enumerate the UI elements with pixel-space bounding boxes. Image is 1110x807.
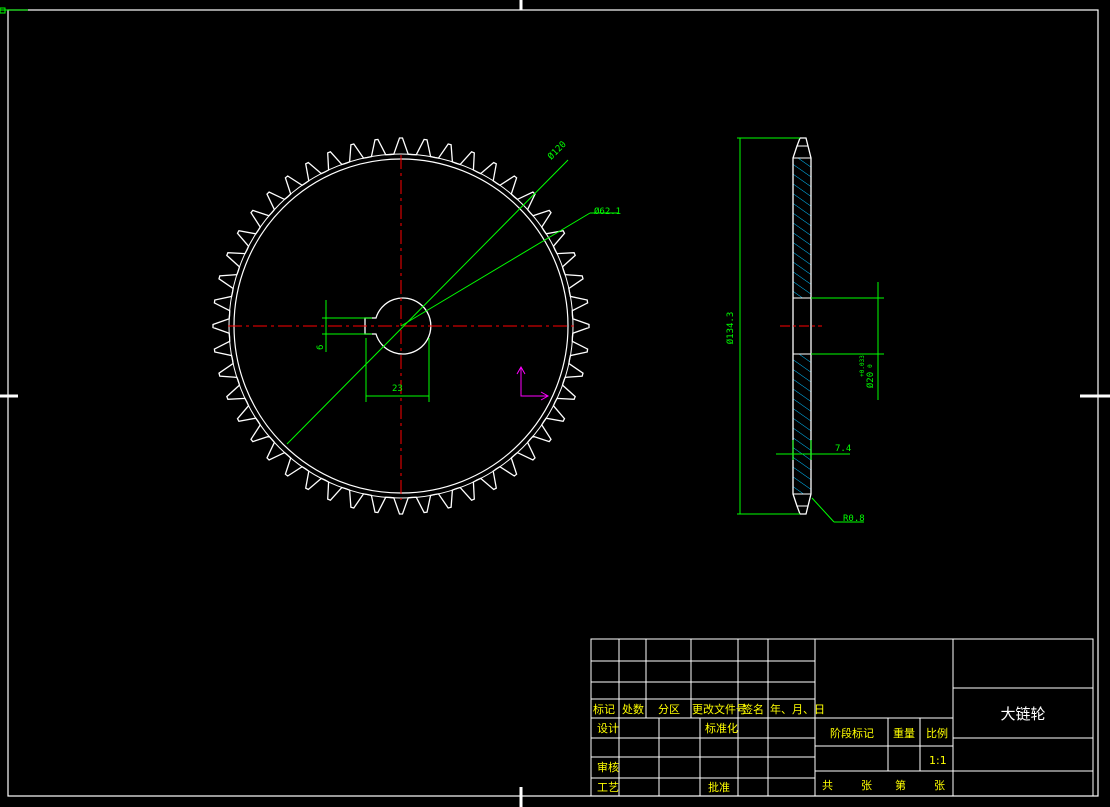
drawing-title: 大链轮 [1000, 705, 1045, 723]
sheets-page-label: 第 [895, 778, 906, 792]
sheets-unit1-label: 张 [861, 779, 872, 792]
lower-hatch [793, 354, 811, 494]
cad-drawing: Ø120 Ø62.1 6 23 Ø134.3 Ø20 +0.033 0 7.4 … [0, 0, 1110, 807]
row-standard: 标准化 [705, 721, 738, 735]
dim-thickness-label: 7.4 [835, 444, 851, 454]
upper-hatch [793, 158, 811, 298]
sheets-total-label: 共 [822, 779, 833, 792]
row-approve: 批准 [708, 780, 730, 794]
dim-key-width-label: 6 [316, 345, 326, 350]
stage-mark-label: 阶段标记 [830, 726, 874, 740]
row-review: 审核 [597, 760, 619, 774]
dim-bore-tol-upper: +0.033 [859, 355, 866, 377]
dim-bore-label: Ø20 [865, 372, 876, 388]
rev-header-doc: 更改文件号 [692, 702, 747, 716]
dim-inner-label: Ø62.1 [594, 206, 621, 217]
row-process: 工艺 [597, 781, 619, 794]
dim-radius-label: R0.8 [843, 514, 865, 524]
dim-side-diameter-label: Ø134.3 [725, 312, 736, 345]
scale-value: 1:1 [929, 754, 947, 767]
rev-header-date: 年、月、日 [770, 702, 825, 716]
row-design: 设计 [597, 722, 619, 735]
weight-label: 重量 [893, 726, 915, 740]
sheets-unit2-label: 张 [934, 779, 945, 792]
ratio-label: 比例 [926, 726, 948, 740]
rev-header-zone: 分区 [658, 703, 680, 716]
dim-key-depth-label: 23 [392, 384, 403, 394]
rev-header-count: 处数 [622, 703, 644, 716]
rev-header-mark: 标记 [593, 702, 615, 716]
dim-bore-tol-lower: 0 [867, 364, 874, 368]
rev-header-sign: 签名 [742, 702, 764, 716]
